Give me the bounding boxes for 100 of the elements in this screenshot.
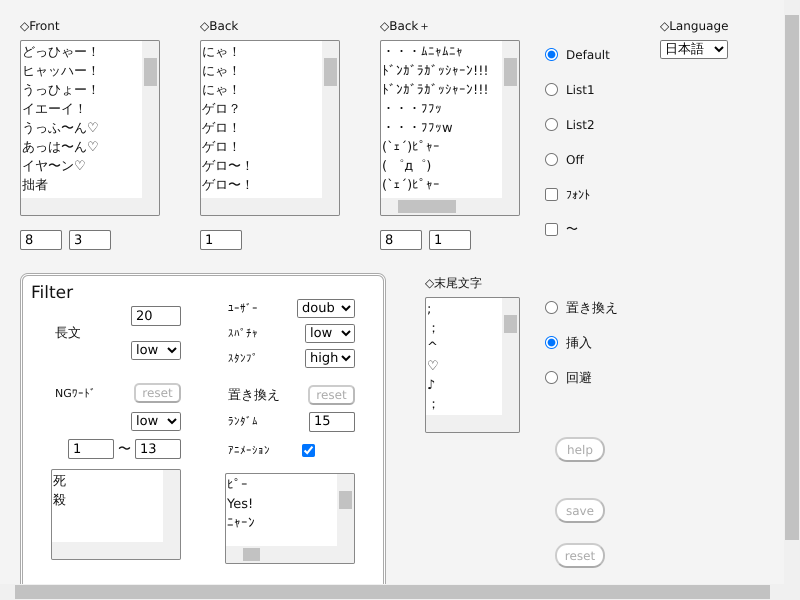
list-item[interactable]: ♪	[427, 376, 436, 395]
list-item[interactable]: (`ｪ´)ﾋﾟｬｰ	[382, 176, 440, 195]
field-label: ｽﾀﾝﾌﾟ	[228, 352, 258, 365]
panel-title: Filter	[31, 282, 74, 304]
field-label: 置き換え	[228, 386, 280, 404]
list-item[interactable]: 死	[53, 472, 66, 491]
field-label: ﾕｰｻﾞｰ	[228, 302, 258, 315]
radio-button[interactable]	[545, 371, 558, 384]
scrollbar[interactable]	[337, 474, 354, 546]
list-item[interactable]: にゃ！	[202, 43, 241, 62]
list-box[interactable]: 死 殺	[51, 469, 181, 560]
list-item[interactable]: ﾆｬｰﾝ	[227, 514, 255, 533]
scrollbar[interactable]	[322, 41, 339, 198]
list-item[interactable]: ( ゜д゜)	[382, 157, 432, 176]
list-item[interactable]: ﾄﾞﾝｶﾞﾗｶﾞｯｼｬｰﾝ!!!	[382, 62, 489, 81]
scrollbar[interactable]	[52, 542, 180, 559]
radio-button[interactable]	[545, 48, 558, 61]
option-label: 挿入	[566, 334, 592, 352]
radio-button[interactable]	[545, 118, 558, 131]
dropdown[interactable]: low	[131, 341, 181, 360]
list-item[interactable]: 殺	[53, 491, 66, 510]
dropdown[interactable]: high	[305, 349, 355, 368]
list-item[interactable]: ゲロ！	[202, 119, 241, 138]
list-item[interactable]: イエーイ！	[22, 100, 87, 119]
list-item[interactable]: どっひゃー！	[22, 43, 100, 62]
list-box[interactable]: どっひゃー！ ヒャッハー！ うっひょー！ イエーイ！ うっふ〜ん♡ あっは〜ん♡ イヤ〜ン♡ 拙者	[20, 40, 160, 216]
list-item[interactable]: ;	[427, 300, 432, 319]
scrollbar[interactable]	[163, 470, 180, 542]
list-item[interactable]: ゲロ！	[202, 138, 241, 157]
list-box[interactable]: ・・・ﾑﾆｬﾑﾆｬ ﾄﾞﾝｶﾞﾗｶﾞｯｼｬｰﾝ!!! ﾄﾞﾝｶﾞﾗｶﾞｯｼｬｰﾝ!!! ・・・ﾌﾌｯ ・・・ﾌﾌｯw (`ｪ´)ﾋﾟｬｰ ( ゜д゜) (`ｪ´)ﾋﾟｬｰ	[380, 40, 520, 216]
scrollbar[interactable]	[502, 298, 519, 415]
dropdown[interactable]: low	[131, 412, 181, 431]
list-item[interactable]: ；	[427, 319, 440, 338]
radio-button[interactable]	[545, 336, 558, 349]
scrollbar[interactable]	[201, 198, 339, 215]
section-label: ◇Back＋	[380, 18, 430, 34]
scrollbar[interactable]	[426, 415, 519, 432]
scrollbar[interactable]	[21, 198, 159, 215]
list-item[interactable]: Yes!	[227, 495, 254, 514]
list-item[interactable]: ﾄﾞﾝｶﾞﾗｶﾞｯｼｬｰﾝ!!!	[382, 81, 489, 100]
option-label: List2	[566, 118, 595, 132]
list-item[interactable]: ﾋﾟｰ	[227, 476, 248, 495]
field-label: NGﾜｰﾄﾞ	[55, 386, 96, 400]
list-item[interactable]: ；	[427, 395, 440, 414]
option-label: List1	[566, 82, 595, 96]
field-label: ｽﾊﾟﾁｬ	[228, 327, 258, 340]
list-item[interactable]: ^	[427, 338, 438, 357]
list-item[interactable]: イヤ〜ン♡	[22, 157, 86, 176]
radio-button[interactable]	[545, 83, 558, 96]
number-field[interactable]: 13	[135, 439, 181, 459]
scrollbar[interactable]	[0, 584, 800, 600]
dropdown[interactable]: doub	[297, 299, 355, 318]
scrollbar[interactable]	[142, 41, 159, 198]
language-dropdown[interactable]: 日本語	[660, 40, 728, 59]
list-item[interactable]: うっひょー！	[22, 81, 100, 100]
number-field[interactable]: 1	[200, 230, 242, 250]
radio-button[interactable]	[545, 301, 558, 314]
field-label: ｱﾆﾒｰｼｮﾝ	[228, 444, 270, 457]
list-item[interactable]: にゃ！	[202, 81, 241, 100]
scrollbar[interactable]	[502, 41, 519, 198]
option-label: 回避	[566, 370, 592, 386]
list-box[interactable]: にゃ！ にゃ！ にゃ！ ゲロ？ ゲロ！ ゲロ！ ゲロ〜！ ゲロ〜！	[200, 40, 340, 216]
section-label: ◇Back	[200, 18, 238, 34]
list-item[interactable]: ♡	[427, 357, 439, 376]
option-label: 置き換え	[566, 300, 618, 316]
list-item[interactable]: にゃ！	[202, 62, 241, 81]
scrollbar[interactable]	[381, 198, 519, 215]
list-item[interactable]: あっは〜ん♡	[22, 138, 99, 157]
option-label: Default	[566, 48, 610, 62]
scrollbar[interactable]	[226, 546, 354, 563]
checkbox[interactable]	[545, 188, 558, 201]
number-field[interactable]: 15	[309, 412, 355, 432]
list-box[interactable]: ﾋﾟｰ Yes! ﾆｬｰﾝ	[225, 473, 355, 564]
field-label: ﾗﾝﾀﾞﾑ	[228, 415, 258, 428]
number-field[interactable]: 20	[131, 306, 181, 326]
number-field[interactable]: 3	[69, 230, 111, 250]
list-item[interactable]: 拙者	[22, 176, 48, 195]
number-field[interactable]: 1	[429, 230, 471, 250]
list-box[interactable]: ; ； ^ ♡ ♪ ；	[425, 297, 520, 433]
list-item[interactable]: ヒャッハー！	[22, 62, 100, 81]
checkbox[interactable]	[302, 444, 315, 457]
number-field[interactable]: 8	[380, 230, 422, 250]
field-label: 長文	[55, 325, 81, 342]
scrollbar[interactable]	[784, 0, 800, 584]
list-item[interactable]: (`ｪ´)ﾋﾟｬｰ	[382, 138, 440, 157]
radio-button[interactable]	[545, 153, 558, 166]
section-label: ◇末尾文字	[425, 275, 482, 291]
list-item[interactable]: ゲロ？	[202, 100, 241, 119]
number-field[interactable]: 8	[20, 230, 62, 250]
list-item[interactable]: うっふ〜ん♡	[22, 119, 99, 138]
list-item[interactable]: ・・・ﾌﾌｯ	[382, 100, 442, 119]
number-field[interactable]: 1	[68, 439, 114, 459]
list-item[interactable]: ・・・ﾑﾆｬﾑﾆｬ	[382, 43, 463, 62]
section-label: ◇Language	[660, 18, 728, 34]
list-item[interactable]: ゲロ〜！	[202, 157, 254, 176]
option-label: 〜	[566, 221, 578, 238]
checkbox[interactable]	[545, 223, 558, 236]
list-item[interactable]: ・・・ﾌﾌｯw	[382, 119, 453, 138]
list-item[interactable]: ゲロ〜！	[202, 176, 254, 195]
dropdown[interactable]: low	[305, 324, 355, 343]
